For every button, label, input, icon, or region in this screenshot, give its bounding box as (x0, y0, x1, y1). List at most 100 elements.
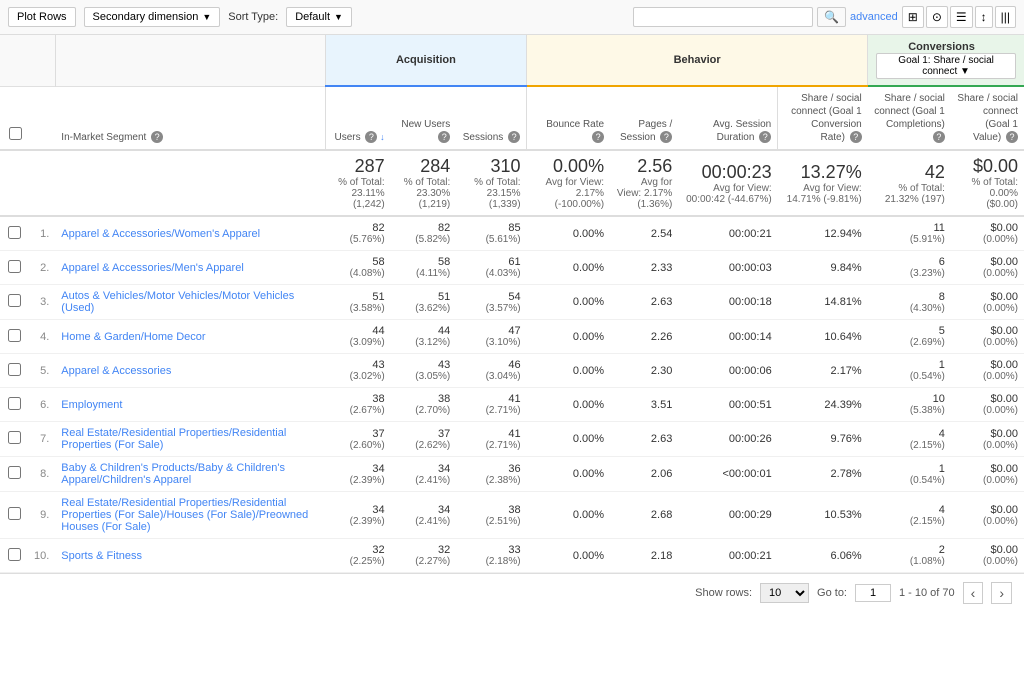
segment-link-6[interactable]: Real Estate/Residential Properties/Resid… (61, 427, 286, 451)
row-segment-3: Home & Garden/Home Decor (55, 320, 325, 354)
view-compare-button[interactable]: ↕ (975, 6, 993, 28)
row-share-completions-6: 4(2.15%) (868, 422, 951, 457)
row-checkbox-cell-1[interactable] (0, 251, 28, 285)
select-all-checkbox[interactable] (9, 127, 22, 140)
row-checkbox-0[interactable] (8, 226, 21, 239)
goal-selector-dropdown[interactable]: Goal 1: Share / social connect ▼ (876, 53, 1016, 79)
row-avg-session-0: 00:00:21 (678, 216, 777, 251)
avg-session-col-header[interactable]: Avg. Session Duration ? (678, 86, 777, 150)
range-text: 1 - 10 of 70 (899, 587, 955, 599)
segment-link-8[interactable]: Real Estate/Residential Properties/Resid… (61, 497, 308, 533)
show-rows-select[interactable]: 10 25 50 100 (760, 583, 809, 603)
sessions-col-header[interactable]: Sessions ? (456, 86, 526, 150)
row-sessions-0: 85(5.61%) (456, 216, 526, 251)
row-pages-9: 2.18 (610, 539, 678, 573)
totals-segment-cell (55, 150, 325, 216)
row-checkbox-5[interactable] (8, 397, 21, 410)
share-completions-col-header[interactable]: Share / social connect (Goal 1 Completio… (868, 86, 951, 150)
segment-link-9[interactable]: Sports & Fitness (61, 550, 142, 562)
row-share-rate-8: 10.53% (778, 492, 868, 539)
checkbox-all-header[interactable] (0, 86, 28, 150)
footer: Show rows: 10 25 50 100 Go to: 1 - 10 of… (0, 573, 1024, 612)
row-share-value-7: $0.00(0.00%) (951, 457, 1024, 492)
row-segment-6: Real Estate/Residential Properties/Resid… (55, 422, 325, 457)
row-users-8: 34(2.39%) (325, 492, 390, 539)
pages-session-col-header[interactable]: Pages / Session ? (610, 86, 678, 150)
share-rate-col-header[interactable]: Share / social connect (Goal 1 Conversio… (778, 86, 868, 150)
row-number-header (28, 86, 55, 150)
new-users-label: New Users (401, 119, 450, 130)
next-page-button[interactable]: › (991, 582, 1012, 604)
segment-link-1[interactable]: Apparel & Accessories/Men's Apparel (61, 262, 243, 274)
bounce-rate-col-header[interactable]: Bounce Rate ? (527, 86, 611, 150)
row-checkbox-8[interactable] (8, 507, 21, 520)
segment-link-0[interactable]: Apparel & Accessories/Women's Apparel (61, 228, 260, 240)
segment-info-icon[interactable]: ? (151, 131, 163, 143)
avg-session-info-icon[interactable]: ? (759, 131, 771, 143)
share-value-info-icon[interactable]: ? (1006, 131, 1018, 143)
pages-session-info-icon[interactable]: ? (660, 131, 672, 143)
show-rows-label: Show rows: (695, 587, 752, 599)
search-input[interactable] (633, 7, 813, 27)
share-completions-info-icon[interactable]: ? (933, 131, 945, 143)
new-users-info-icon[interactable]: ? (438, 131, 450, 143)
row-checkbox-cell-5[interactable] (0, 388, 28, 422)
row-pages-0: 2.54 (610, 216, 678, 251)
row-share-completions-7: 1(0.54%) (868, 457, 951, 492)
row-new-users-8: 34(2.41%) (391, 492, 457, 539)
segment-link-5[interactable]: Employment (61, 399, 122, 411)
row-checkbox-4[interactable] (8, 363, 21, 376)
view-bar-button[interactable]: ||| (995, 6, 1016, 28)
row-checkbox-cell-7[interactable] (0, 457, 28, 492)
row-pages-3: 2.26 (610, 320, 678, 354)
users-sort-icon: ↓ (380, 132, 385, 142)
row-checkbox-cell-6[interactable] (0, 422, 28, 457)
segment-link-7[interactable]: Baby & Children's Products/Baby & Childr… (61, 462, 285, 486)
row-share-rate-9: 6.06% (778, 539, 868, 573)
row-checkbox-cell-3[interactable] (0, 320, 28, 354)
row-checkbox-3[interactable] (8, 329, 21, 342)
row-share-value-8: $0.00(0.00%) (951, 492, 1024, 539)
row-share-rate-7: 2.78% (778, 457, 868, 492)
go-to-input[interactable] (855, 584, 891, 602)
row-new-users-2: 51(3.62%) (391, 285, 457, 320)
row-checkbox-cell-0[interactable] (0, 216, 28, 251)
sessions-info-icon[interactable]: ? (508, 131, 520, 143)
sort-type-dropdown[interactable]: Default ▼ (286, 7, 352, 27)
view-pie-button[interactable]: ⊙ (926, 6, 948, 28)
share-value-col-header[interactable]: Share / social connect (Goal 1 Value) ? (951, 86, 1024, 150)
row-checkbox-cell-2[interactable] (0, 285, 28, 320)
row-checkbox-2[interactable] (8, 294, 21, 307)
view-grid-button[interactable]: ⊞ (902, 6, 924, 28)
row-checkbox-1[interactable] (8, 260, 21, 273)
segment-link-3[interactable]: Home & Garden/Home Decor (61, 331, 205, 343)
row-segment-8: Real Estate/Residential Properties/Resid… (55, 492, 325, 539)
new-users-col-header[interactable]: New Users ? (391, 86, 457, 150)
search-button[interactable]: 🔍 (817, 7, 846, 27)
row-checkbox-6[interactable] (8, 431, 21, 444)
advanced-link[interactable]: advanced (850, 11, 898, 23)
row-pages-6: 2.63 (610, 422, 678, 457)
totals-share-value-sub: % of Total: 0.00% ($0.00) (957, 177, 1018, 210)
users-col-header[interactable]: Users ? ↓ (325, 86, 390, 150)
segment-link-2[interactable]: Autos & Vehicles/Motor Vehicles/Motor Ve… (61, 290, 294, 314)
prev-page-button[interactable]: ‹ (963, 582, 984, 604)
table-row: 1. Apparel & Accessories/Women's Apparel… (0, 216, 1024, 251)
segment-link-4[interactable]: Apparel & Accessories (61, 365, 171, 377)
secondary-dimension-dropdown[interactable]: Secondary dimension ▼ (84, 7, 221, 27)
view-list-button[interactable]: ☰ (950, 6, 973, 28)
table-body: 287 % of Total: 23.11% (1,242) 284 % of … (0, 150, 1024, 573)
row-checkbox-cell-4[interactable] (0, 354, 28, 388)
users-info-icon[interactable]: ? (365, 131, 377, 143)
row-checkbox-cell-8[interactable] (0, 492, 28, 539)
row-num-9: 10. (28, 539, 55, 573)
row-users-1: 58(4.08%) (325, 251, 390, 285)
bounce-rate-info-icon[interactable]: ? (592, 131, 604, 143)
row-checkbox-7[interactable] (8, 466, 21, 479)
share-rate-info-icon[interactable]: ? (850, 131, 862, 143)
row-checkbox-9[interactable] (8, 548, 21, 561)
plot-rows-button[interactable]: Plot Rows (8, 7, 76, 27)
row-avg-session-2: 00:00:18 (678, 285, 777, 320)
row-checkbox-cell-9[interactable] (0, 539, 28, 573)
row-sessions-8: 38(2.51%) (456, 492, 526, 539)
